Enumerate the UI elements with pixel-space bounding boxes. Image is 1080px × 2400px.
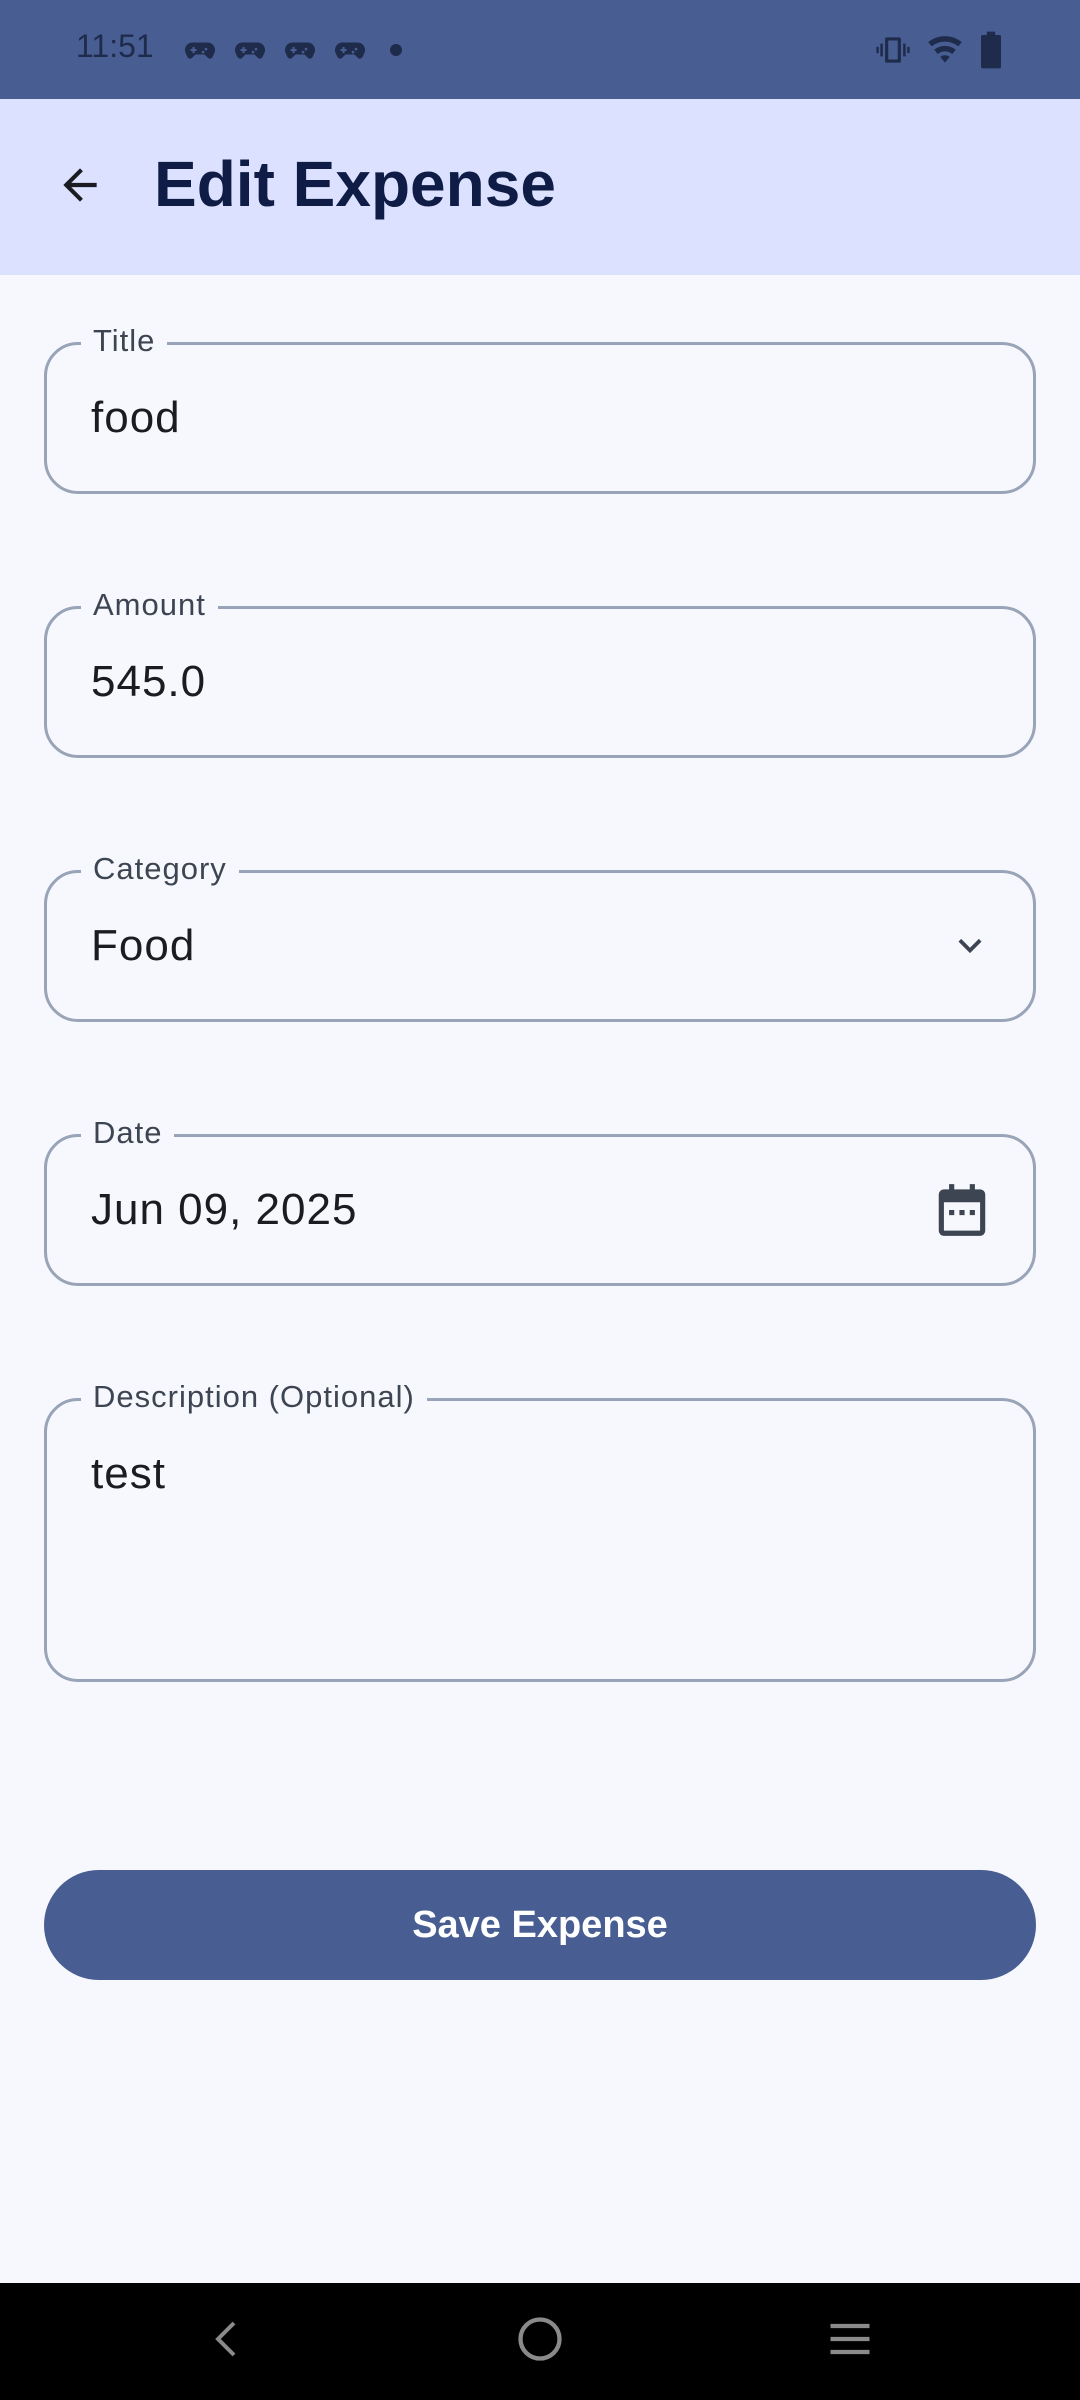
save-expense-button[interactable]: Save Expense: [44, 1870, 1036, 1980]
title-field-value[interactable]: food: [91, 393, 181, 443]
chevron-down-icon[interactable]: [947, 923, 993, 974]
date-field-value[interactable]: Jun 09, 2025: [91, 1185, 357, 1235]
nav-back-button[interactable]: [198, 2311, 258, 2371]
arrow-left-icon: [55, 160, 105, 215]
category-dropdown-label: Category: [81, 851, 239, 887]
status-bar: 11:51: [0, 0, 1080, 99]
description-field-value[interactable]: test: [91, 1449, 166, 1499]
wifi-icon: [926, 31, 964, 69]
vibrate-icon: [874, 31, 912, 69]
nav-menu-icon: [824, 2313, 876, 2370]
notification-icons: [182, 32, 402, 68]
category-dropdown[interactable]: Category Food: [44, 851, 1036, 1022]
title-field-label: Title: [81, 323, 168, 359]
game-controller-icon: [282, 32, 318, 68]
battery-icon: [978, 30, 1004, 70]
game-controller-icon: [182, 32, 218, 68]
more-notifications-dot-icon: [390, 44, 402, 56]
amount-field-value[interactable]: 545.0: [91, 657, 206, 707]
game-controller-icon: [332, 32, 368, 68]
nav-home-icon: [514, 2313, 566, 2370]
calendar-icon[interactable]: [931, 1179, 993, 1246]
description-field-label: Description (Optional): [81, 1379, 427, 1415]
amount-field[interactable]: Amount 545.0: [44, 587, 1036, 758]
game-controller-icon: [232, 32, 268, 68]
status-time: 11:51: [76, 28, 154, 64]
title-field[interactable]: Title food: [44, 323, 1036, 494]
description-field[interactable]: Description (Optional) test: [44, 1379, 1036, 1682]
amount-field-label: Amount: [81, 587, 218, 623]
category-dropdown-value[interactable]: Food: [91, 921, 195, 971]
page-title: Edit Expense: [154, 148, 556, 220]
back-button[interactable]: [44, 151, 116, 223]
nav-home-button[interactable]: [510, 2311, 570, 2371]
date-field[interactable]: Date Jun 09, 2025: [44, 1115, 1036, 1286]
system-navigation-bar: [0, 2283, 1080, 2400]
app-bar: Edit Expense: [0, 99, 1080, 275]
save-expense-label: Save Expense: [412, 1903, 668, 1946]
date-field-label: Date: [81, 1115, 175, 1151]
system-icons: [874, 30, 1004, 70]
nav-recents-button[interactable]: [820, 2311, 880, 2371]
nav-back-icon: [204, 2315, 252, 2368]
